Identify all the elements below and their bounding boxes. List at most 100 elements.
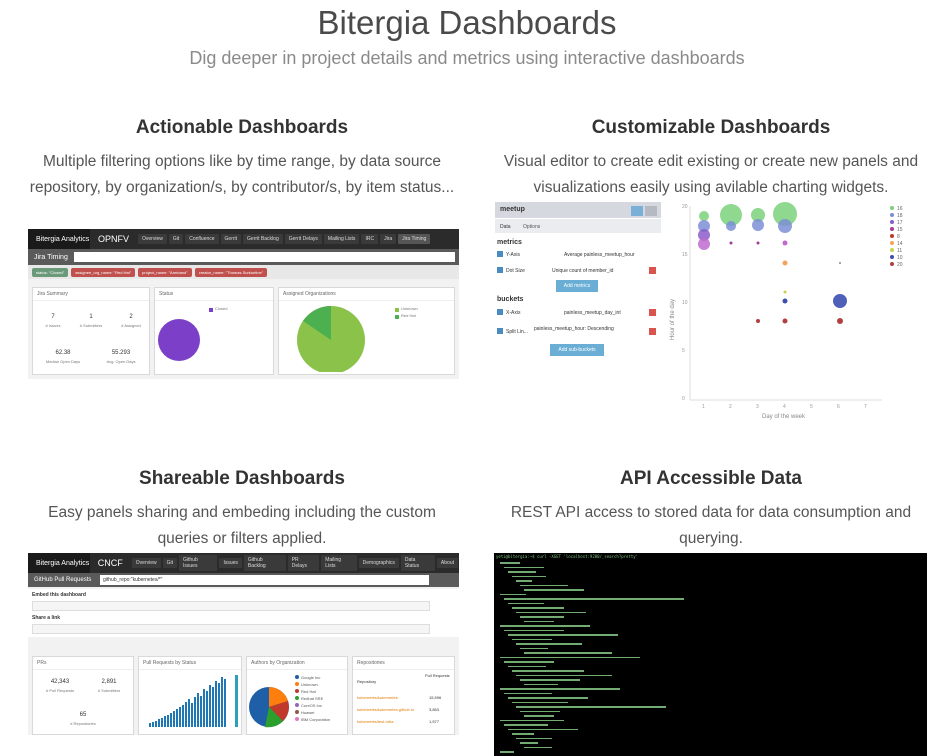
nav-tab[interactable]: Github Backlog: [243, 555, 286, 571]
nav-tab[interactable]: Git: [168, 234, 184, 244]
panel-title: Assigned Organizations: [279, 288, 454, 301]
repo-link[interactable]: kubernetes/kubernetes: [357, 695, 398, 700]
feature-desc-customizable: Visual editor to create edit existing or…: [503, 153, 919, 196]
nav-tab[interactable]: Gerrit: [220, 234, 242, 244]
expand-icon[interactable]: [497, 267, 503, 273]
dashboard-subbar: GitHub Pull Requests github_repo:"kubern…: [28, 573, 459, 587]
apply-button[interactable]: [631, 206, 643, 216]
terminal-text-line: [500, 751, 514, 753]
remove-icon[interactable]: [649, 309, 656, 316]
panel-title: Pull Requests by Status: [139, 657, 241, 670]
terminal-text-line: [508, 571, 536, 573]
terminal-text-line: [512, 575, 546, 577]
metric-value: 55.293: [111, 350, 131, 356]
terminal-text-line: [508, 602, 544, 604]
prs-by-status-panel: Pull Requests by Status: [138, 656, 242, 735]
terminal-text-line: [500, 593, 526, 595]
feature-title-shareable: Shareable Dashboards: [139, 468, 345, 489]
tab-options[interactable]: Options: [523, 224, 540, 230]
expand-icon[interactable]: [497, 309, 503, 315]
nav-tab[interactable]: Issues: [219, 558, 242, 568]
nav-tab[interactable]: Overview: [138, 234, 167, 244]
legend-label: 14: [897, 241, 903, 247]
terminal-text-line: [520, 616, 564, 618]
legend-swatch: [890, 213, 894, 217]
expand-icon[interactable]: [497, 251, 503, 257]
table-header-count: Pull Requests: [425, 673, 450, 678]
buckets-label: buckets: [497, 296, 524, 303]
legend-label: Redhat SRE: [301, 696, 324, 701]
nav-tab[interactable]: Gerrit Delays: [284, 234, 322, 244]
bitergia-logo: Bitergia Analytics: [28, 229, 90, 249]
filter-pill[interactable]: assignee_org_name: "Red Hat": [71, 267, 136, 277]
nav-tab[interactable]: Gerrit Backlog: [243, 234, 283, 244]
prs-panel: PRs 42,343 # Pull Requests 2,891 # Submi…: [32, 656, 134, 735]
legend-label: Red Hat: [401, 313, 416, 318]
tab-data[interactable]: Data: [500, 224, 511, 230]
legend-swatch: [890, 206, 894, 210]
terminal-text-line: [508, 697, 588, 699]
search-bar[interactable]: [74, 252, 455, 262]
add-sub-buckets-button[interactable]: Add sub-buckets: [550, 344, 604, 356]
legend-label: 16: [897, 206, 903, 212]
nav-tab[interactable]: Confluence: [185, 234, 219, 244]
remove-icon[interactable]: [649, 328, 656, 335]
nav-tab-active[interactable]: Jira Timing: [398, 234, 431, 244]
agg-value: painless_meetup_hour: Descending: [534, 326, 614, 332]
metric-value: 1: [89, 314, 93, 320]
project-name: CNCF: [97, 558, 123, 568]
legend-swatch: [395, 315, 399, 319]
nav-tab[interactable]: Jira: [380, 234, 397, 244]
nav-tab[interactable]: Mailing Lists: [321, 555, 357, 571]
nav-tab[interactable]: Overview: [131, 558, 161, 568]
assigned-orgs-panel: Assigned Organizations Unknown Red Hat: [278, 287, 455, 375]
x-tick: 4: [783, 404, 786, 410]
bar-series: [149, 677, 226, 727]
bubble: [756, 319, 760, 323]
add-metrics-button[interactable]: Add metrics: [556, 280, 598, 292]
share-link-field[interactable]: [32, 624, 430, 634]
nav-tab[interactable]: IRC: [361, 234, 379, 244]
filter-bar: status: "Closed" assignee_org_name: "Red…: [28, 265, 459, 279]
terminal-text-line: [516, 643, 582, 645]
y-tick: 15: [682, 252, 688, 258]
nav-tab[interactable]: Data Status: [400, 555, 435, 571]
terminal-text-line: [524, 652, 612, 654]
filter-pill[interactable]: project_name: "Armband": [138, 267, 192, 277]
expand-icon[interactable]: [497, 328, 503, 334]
legend-label: IBM Corporation: [301, 717, 330, 722]
search-input[interactable]: github_repo:"kubernetes/*": [100, 575, 429, 585]
embed-code-field[interactable]: [32, 601, 430, 611]
bubble-chart: 20 15 10 5 0 1 2 3 4 5 6 7 Day of the we…: [670, 202, 903, 420]
legend-swatch: [295, 689, 299, 693]
repo-link[interactable]: kubernetes/kubernetes.github.io: [357, 707, 414, 712]
metric-value: 7: [51, 314, 55, 320]
nav-tab[interactable]: Demographics: [358, 558, 399, 568]
shareable-dashboard-screenshot: Bitergia Analytics CNCF Overview Git Git…: [28, 553, 459, 735]
filter-pill[interactable]: status: "Closed": [32, 267, 69, 277]
metric-label: Median Open Days: [45, 359, 81, 364]
metric-value: 65: [79, 712, 87, 718]
discard-button[interactable]: [645, 206, 657, 216]
bubble: [752, 219, 764, 231]
authors-by-org-panel: Authors by Organization Google Inc Unkno…: [246, 656, 348, 735]
nav-tab[interactable]: Github Issues: [179, 555, 218, 571]
nav-tab[interactable]: About: [436, 558, 458, 568]
metrics-label: metrics: [497, 239, 522, 246]
legend-swatch: [295, 710, 299, 714]
nav-tab[interactable]: Git: [162, 558, 178, 568]
legend-swatch: [395, 308, 399, 312]
agg-label: Dot Size: [506, 268, 525, 274]
nav-tab[interactable]: PR Delays: [287, 555, 320, 571]
feature-desc-actionable: Multiple filtering options like by time …: [29, 153, 455, 196]
x-axis-label: Day of the week: [762, 414, 806, 420]
customizable-dashboard-screenshot: meetup Data Options metrics Y-Axis Avera…: [494, 200, 928, 426]
repo-link[interactable]: kubernetes/test-infra: [357, 719, 393, 724]
feature-title-actionable: Actionable Dashboards: [135, 117, 349, 138]
nav-tab[interactable]: Mailing Lists: [323, 234, 360, 244]
legend-label: Red Hat: [301, 689, 317, 694]
remove-icon[interactable]: [649, 267, 656, 274]
filter-pill[interactable]: creator_name: "Thomas Surkontine": [194, 267, 268, 277]
page-title: Bitergia Dashboards: [317, 4, 617, 41]
dashboard-name: Jira Timing: [34, 253, 68, 261]
